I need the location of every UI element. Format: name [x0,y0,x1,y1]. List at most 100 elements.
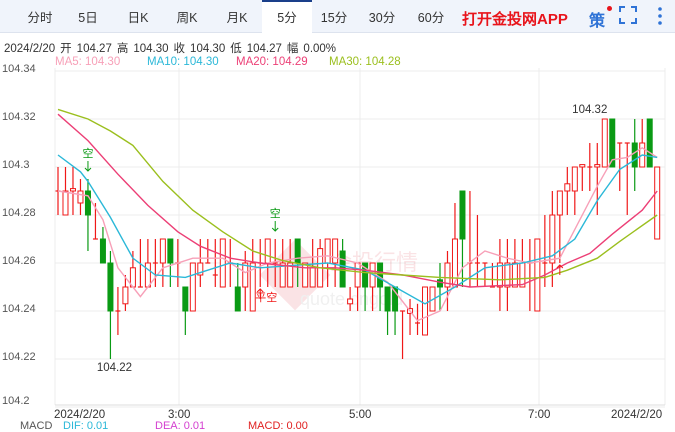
candle-body [422,286,429,336]
candle [99,227,106,264]
candle-body [384,286,391,312]
candle-body [294,238,301,264]
candle [384,286,391,335]
y-tick-label: 104.24 [2,303,36,315]
candle [646,118,653,168]
candle-body [511,262,518,288]
candle-body [99,238,106,264]
candle-body [182,286,189,312]
candle-body [504,262,511,288]
candle [467,191,473,287]
candle-body [347,298,354,305]
candle [601,118,608,168]
candle-body [354,262,361,288]
candle [496,239,503,311]
candle-body [436,279,443,288]
candle [144,239,151,288]
candle-body [264,238,271,264]
y-tick-label: 104.32 [2,111,36,123]
candle-body [302,262,309,288]
candle-body [556,190,563,216]
candle [205,239,211,264]
candle [587,143,593,191]
candle-body [377,262,384,288]
candle [167,238,174,287]
candle [654,166,661,240]
candle-body [459,190,466,240]
candle [339,239,346,288]
candle [407,299,414,335]
candle-body [69,188,76,192]
high-price-label: 104.32 [572,104,607,116]
candle [511,239,518,288]
candle-body [571,166,578,192]
candle-body [332,238,339,264]
candle [436,263,443,311]
signal-sell: 空 [270,206,281,232]
candle-body [631,142,638,168]
x-label-5h: 5:00 [349,409,372,421]
candle-body [594,164,601,168]
candle [534,238,541,312]
candle [302,262,309,288]
macd-value: MACD: 0.00 [248,420,308,432]
candle [69,167,76,215]
candle [482,262,488,287]
candle-body [77,190,84,204]
candle [527,239,533,311]
candle [189,262,196,312]
candle-body [579,164,586,168]
candle-body [62,190,69,216]
candle-body [534,238,541,312]
macd-dif: DIF: 0.01 [63,420,109,432]
macd-title: MACD [20,420,53,432]
y-tick-label: 104.34 [2,63,36,75]
candle [234,263,241,312]
candle-body [234,286,241,312]
candle-body [144,262,151,288]
candle-body [242,262,249,288]
candle [631,119,638,191]
candle-body [654,166,661,240]
y-tick-label: 104.26 [2,255,36,267]
y-tick-label: 104.22 [2,351,36,363]
y-tick-label: 104.28 [2,207,36,219]
low-price-label: 104.22 [97,362,132,374]
x-label-end: 2024/2/20 [611,409,663,421]
candle [504,239,511,311]
candle [77,179,84,215]
grid-lines [54,68,666,408]
candle-body [122,286,129,305]
candle [107,251,114,359]
arrow-down-icon [271,221,279,232]
x-label-7h: 7:00 [528,409,551,421]
candle [182,286,189,335]
candle-body [601,118,608,168]
candle-body [84,190,91,216]
candle [474,215,480,287]
candle [84,179,91,251]
candle [639,119,646,168]
candlestick-chart[interactable]: 金投行情 quote.cngold 空空平空 104.32 104.22 [0,0,675,425]
candle [564,167,571,215]
candle-body [107,262,114,312]
candle-body [219,238,226,288]
candle [444,251,451,311]
sell-signal-label: 空 [270,206,281,220]
candle-body [159,238,166,264]
cover-signal-label: 平空 [255,290,277,304]
candle [332,238,339,287]
candle [279,239,286,288]
candle-body [646,118,653,168]
sell-signal-label: 空 [82,146,93,160]
candle [219,238,226,288]
candle [422,286,429,336]
y-tick-label: 104.2 [2,395,30,407]
candle [624,142,630,215]
candle-body [564,183,571,192]
candle [579,164,586,191]
candle [400,310,406,359]
candle-body [324,238,331,264]
arrow-down-icon [84,161,92,172]
candle [571,166,578,215]
